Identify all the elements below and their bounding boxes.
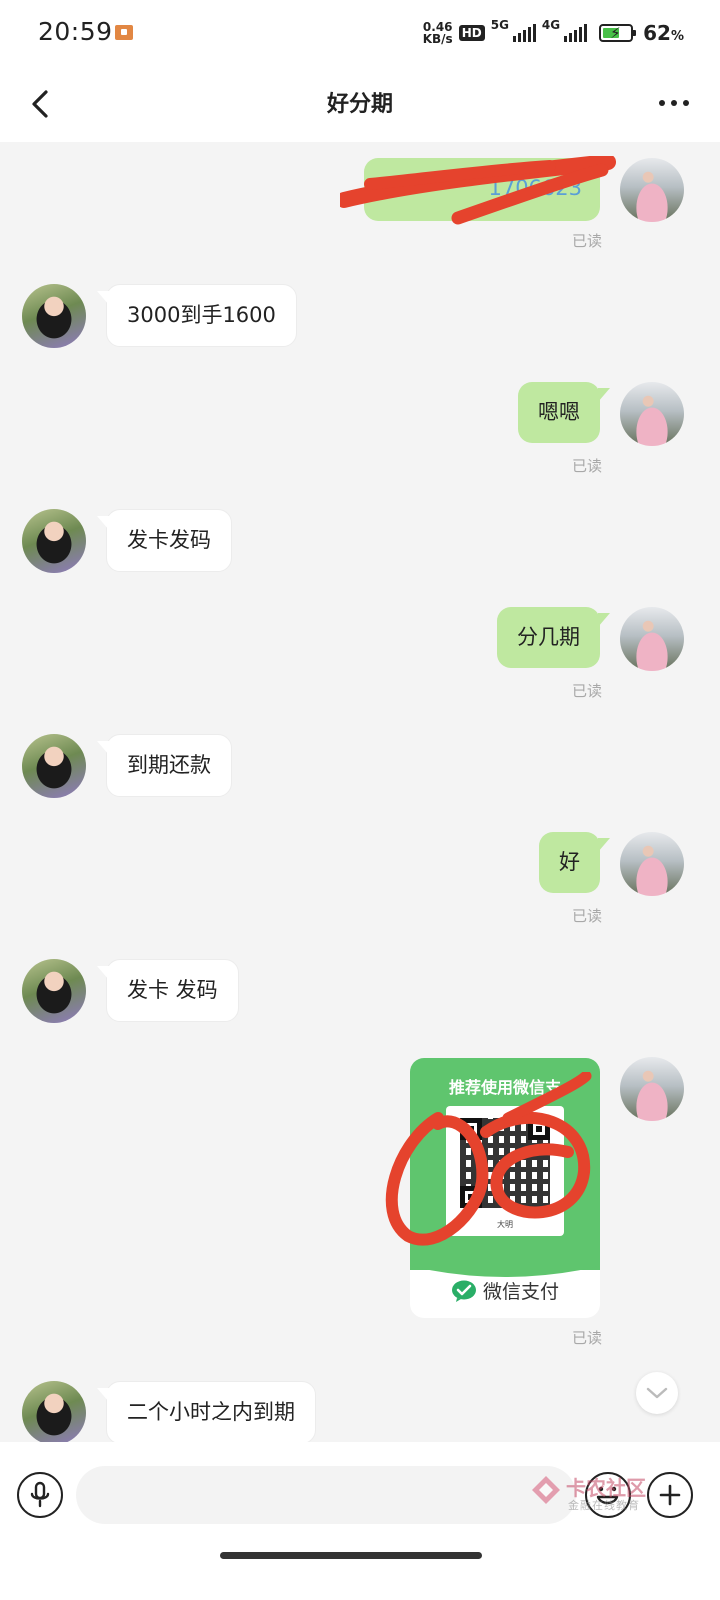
more-dot [683, 100, 689, 106]
message-bubble-other[interactable]: 发卡发码 [97, 509, 232, 572]
message-text: 二个小时之内到期 [127, 1400, 295, 1424]
my-avatar[interactable] [620, 382, 684, 446]
message-text: 发卡 发码 [127, 978, 218, 1002]
message-input[interactable] [76, 1466, 576, 1524]
home-indicator[interactable] [220, 1552, 482, 1559]
message-bubble-other[interactable]: 到期还款 [97, 734, 232, 797]
microphone-icon [30, 1481, 50, 1508]
message-bubble-other[interactable]: 二个小时之内到期 [97, 1381, 316, 1444]
message-text: 好 [559, 850, 580, 874]
my-avatar[interactable] [620, 158, 684, 222]
payment-card-title: 推荐使用微信支 [448, 1078, 561, 1097]
chat-title: 好分期 [326, 92, 393, 117]
battery-percent: 62% [643, 21, 684, 45]
message-text: 3000到手1600 [127, 303, 276, 327]
message-text: 1706623 [488, 176, 582, 200]
scroll-to-bottom-button[interactable] [636, 1372, 678, 1414]
message-text: 发卡发码 [127, 528, 211, 552]
contact-avatar[interactable] [22, 1381, 86, 1445]
status-time: 20:59 [38, 17, 113, 46]
contact-avatar[interactable] [22, 509, 86, 573]
message-input-bar: 卡农社区 金融在线教育 [0, 1442, 720, 1600]
contact-avatar[interactable] [22, 734, 86, 798]
message-text: 分几期 [517, 625, 580, 649]
network-type-4g: 4G [541, 18, 561, 32]
status-indicators: 0.46 KB/s HD 5G 4G ⚡ 62% [423, 18, 684, 48]
read-receipt: 已读 [571, 1329, 602, 1347]
voice-input-button[interactable] [17, 1472, 63, 1518]
my-avatar[interactable] [620, 832, 684, 896]
my-avatar[interactable] [620, 607, 684, 671]
qr-code: 大明 [446, 1106, 564, 1236]
message-bubble-me[interactable]: 1706623 [364, 158, 610, 221]
wechat-pay-label: 微信支付 [482, 1281, 559, 1303]
qr-finder [460, 1186, 482, 1208]
chat-messages[interactable]: 1706623 已读 3000到手1600 嗯嗯 已读 发卡发码 分几期 已读 … [0, 142, 720, 1445]
more-horizontal-icon [659, 100, 665, 106]
network-type-5g: 5G [490, 18, 509, 32]
payment-card-footer: 微信支付 [410, 1277, 600, 1304]
hd-voice-badge: HD [458, 25, 485, 41]
battery-percent-unit: % [670, 29, 684, 44]
add-attachment-button[interactable] [647, 1472, 693, 1518]
contact-avatar[interactable] [22, 959, 86, 1023]
payment-qr-card[interactable]: 推荐使用微信支 大明 微信支付 [410, 1058, 600, 1318]
signal-bars-icon [512, 24, 536, 42]
wechat-pay-icon [451, 1280, 476, 1302]
my-avatar[interactable] [620, 1057, 684, 1121]
screen-record-icon [115, 25, 133, 40]
battery-icon: ⚡ [599, 24, 637, 42]
qr-finder [460, 1118, 482, 1140]
signal-bars-icon [564, 24, 588, 42]
more-options-button[interactable] [654, 88, 694, 118]
read-receipt: 已读 [571, 232, 602, 250]
payment-card-header: 推荐使用微信支 大明 [410, 1058, 600, 1270]
message-bubble-other[interactable]: 3000到手1600 [97, 284, 297, 347]
message-text: 嗯嗯 [538, 400, 580, 424]
message-bubble-other[interactable]: 发卡 发码 [97, 959, 239, 1022]
read-receipt: 已读 [571, 457, 602, 475]
status-bar: 20:59 0.46 KB/s HD 5G 4G ⚡ 62% [0, 0, 720, 66]
nav-bar: 好分期 [0, 66, 720, 142]
message-bubble-me[interactable]: 分几期 [497, 607, 610, 668]
message-bubble-me[interactable]: 好 [539, 832, 610, 893]
read-receipt: 已读 [571, 682, 602, 700]
charging-bolt-icon: ⚡ [610, 24, 621, 42]
emoji-icon [596, 1486, 619, 1505]
read-receipt: 已读 [571, 907, 602, 925]
battery-percent-value: 62 [643, 21, 671, 45]
more-dot [671, 100, 677, 106]
contact-avatar[interactable] [22, 284, 86, 348]
qr-finder [528, 1118, 550, 1140]
plus-icon [659, 1484, 681, 1506]
message-text: 到期还款 [127, 753, 211, 777]
network-speed-unit: KB/s [422, 32, 453, 46]
network-speed: 0.46 KB/s [423, 21, 453, 45]
qr-caption: 大明 [497, 1220, 513, 1229]
message-bubble-me[interactable]: 嗯嗯 [518, 382, 610, 443]
emoji-button[interactable] [585, 1472, 631, 1518]
chevron-down-icon [646, 1387, 668, 1399]
